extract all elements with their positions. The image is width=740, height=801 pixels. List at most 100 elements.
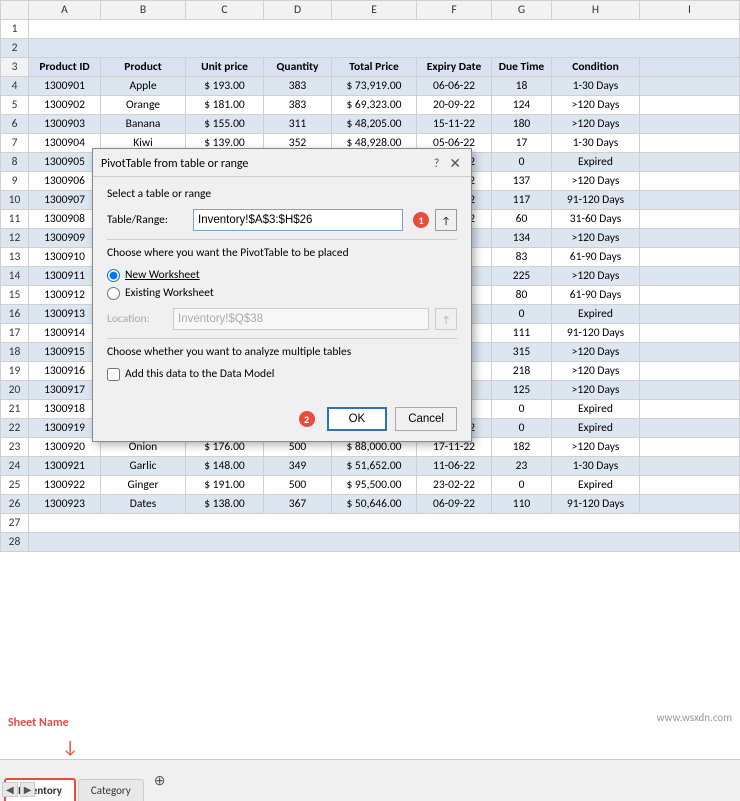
cell-i-17 — [640, 324, 740, 343]
cell-r10-c7: 91-120 Days — [552, 191, 640, 210]
tab-category[interactable]: Category — [78, 779, 144, 801]
cell-r5-c7: >120 Days — [552, 96, 640, 115]
row-num-23: 23 — [1, 438, 29, 457]
cell-r9-c7: >120 Days — [552, 172, 640, 191]
cell-i-14 — [640, 267, 740, 286]
row-num-6: 6 — [1, 115, 29, 134]
cell-r4-c2: $ 193.00 — [186, 77, 264, 96]
row-num-11: 11 — [1, 210, 29, 229]
ok-button[interactable]: OK — [327, 407, 388, 431]
placement-radio-group: New Worksheet Existing Worksheet — [107, 268, 457, 300]
row-num-26: 26 — [1, 495, 29, 514]
dialog-buttons: 2 OK Cancel — [93, 401, 471, 441]
cell-i-24 — [640, 457, 740, 476]
table-range-row: Table/Range: 1 ↑ — [107, 209, 457, 231]
table-row: 241300921Garlic$ 148.00349$ 51,652.0011-… — [1, 457, 740, 476]
cell-r7-c0: 1300904 — [29, 134, 101, 153]
cell-r11-c0: 1300908 — [29, 210, 101, 229]
cell-r22-c6: 0 — [492, 419, 552, 438]
col-header-due-time: Due Time — [492, 58, 552, 77]
cell-r25-c3: 500 — [264, 476, 332, 495]
cell-r19-c6: 218 — [492, 362, 552, 381]
radio-new-worksheet[interactable] — [107, 269, 120, 282]
cell-i-26 — [640, 495, 740, 514]
cell-r10-c6: 117 — [492, 191, 552, 210]
cell-i-13 — [640, 248, 740, 267]
cell-i-11 — [640, 210, 740, 229]
cell-r24-c3: 349 — [264, 457, 332, 476]
cell-r9-c0: 1300906 — [29, 172, 101, 191]
cell-r6-c6: 180 — [492, 115, 552, 134]
row-num-4: 4 — [1, 77, 29, 96]
table-row: 261300923Dates$ 138.00367$ 50,646.0006-0… — [1, 495, 740, 514]
cell-r5-c4: $ 69,323.00 — [332, 96, 417, 115]
cell-r21-c7: Expired — [552, 400, 640, 419]
radio-new-worksheet-row: New Worksheet — [107, 268, 457, 282]
corner-header — [1, 1, 29, 20]
location-collapse-btn[interactable]: ↑ — [435, 308, 457, 330]
location-input[interactable] — [173, 308, 429, 330]
cell-r19-c7: >120 Days — [552, 362, 640, 381]
table-range-input[interactable] — [193, 209, 403, 231]
col-header-condition: Condition — [552, 58, 640, 77]
sheet-scroll-left[interactable]: ◀ — [2, 782, 18, 797]
cell-r26-c2: $ 138.00 — [186, 495, 264, 514]
cell-r8-c6: 0 — [492, 153, 552, 172]
dialog-titlebar: PivotTable from table or range ? ✕ — [93, 149, 471, 177]
col-c: C — [186, 1, 264, 20]
cell-r26-c1: Dates — [101, 495, 186, 514]
location-label: Location: — [107, 312, 167, 326]
col-header-i — [640, 58, 740, 77]
cell-r26-c4: $ 50,646.00 — [332, 495, 417, 514]
location-row: Location: ↑ — [107, 308, 457, 330]
cell-r24-c1: Garlic — [101, 457, 186, 476]
cell-r14-c6: 225 — [492, 267, 552, 286]
cell-r6-c1: Banana — [101, 115, 186, 134]
row-num-3: 3 — [1, 58, 29, 77]
table-range-collapse-btn[interactable]: ↑ — [435, 209, 457, 231]
pivot-dialog: PivotTable from table or range ? ✕ Selec… — [92, 148, 472, 442]
dialog-section2: Choose where you want the PivotTable to … — [107, 246, 457, 260]
cell-r5-c5: 20-09-22 — [417, 96, 492, 115]
cell-r26-c5: 06-09-22 — [417, 495, 492, 514]
cell-r6-c3: 311 — [264, 115, 332, 134]
cell-r24-c6: 23 — [492, 457, 552, 476]
add-tab-button[interactable]: ⊕ — [146, 770, 174, 791]
row-num-13: 13 — [1, 248, 29, 267]
cell-r17-c6: 111 — [492, 324, 552, 343]
cell-i-7 — [640, 134, 740, 153]
sheet-name-annotation: Sheet Name — [8, 716, 69, 730]
cell-r5-c3: 383 — [264, 96, 332, 115]
extra-row-27: 27 — [1, 514, 740, 533]
cancel-button[interactable]: Cancel — [395, 407, 457, 431]
cell-r8-c0: 1300905 — [29, 153, 101, 172]
dialog-title: PivotTable from table or range — [101, 157, 248, 171]
cell-r25-c7: Expired — [552, 476, 640, 495]
row-num-8: 8 — [1, 153, 29, 172]
dialog-close-button[interactable]: ✕ — [447, 155, 463, 172]
cell-r4-c6: 18 — [492, 77, 552, 96]
cell-i-6 — [640, 115, 740, 134]
cell-i-8 — [640, 153, 740, 172]
cell-r15-c0: 1300912 — [29, 286, 101, 305]
col-a: A — [29, 1, 101, 20]
table-row: 41300901Apple$ 193.00383$ 73,919.0006-06… — [1, 77, 740, 96]
data-model-checkbox[interactable] — [107, 368, 120, 381]
sheet-scroll-right[interactable]: ▶ — [20, 782, 36, 797]
cell-i-16 — [640, 305, 740, 324]
table-range-label: Table/Range: — [107, 213, 187, 227]
radio-new-label: New Worksheet — [125, 268, 200, 282]
cell-r13-c6: 83 — [492, 248, 552, 267]
cell-r13-c0: 1300910 — [29, 248, 101, 267]
dialog-section3: Choose whether you want to analyze multi… — [107, 345, 457, 359]
table-row: 51300902Orange$ 181.00383$ 69,323.0020-0… — [1, 96, 740, 115]
report-title: Inventory Aging Report — [29, 20, 740, 39]
col-i: I — [640, 1, 740, 20]
header-row: 3 Product ID Product Unit price Quantity… — [1, 58, 740, 77]
cell-r24-c0: 1300921 — [29, 457, 101, 476]
cell-r13-c7: 61-90 Days — [552, 248, 640, 267]
col-d: D — [264, 1, 332, 20]
cell-r5-c1: Orange — [101, 96, 186, 115]
cell-r17-c0: 1300914 — [29, 324, 101, 343]
radio-existing-worksheet[interactable] — [107, 287, 120, 300]
